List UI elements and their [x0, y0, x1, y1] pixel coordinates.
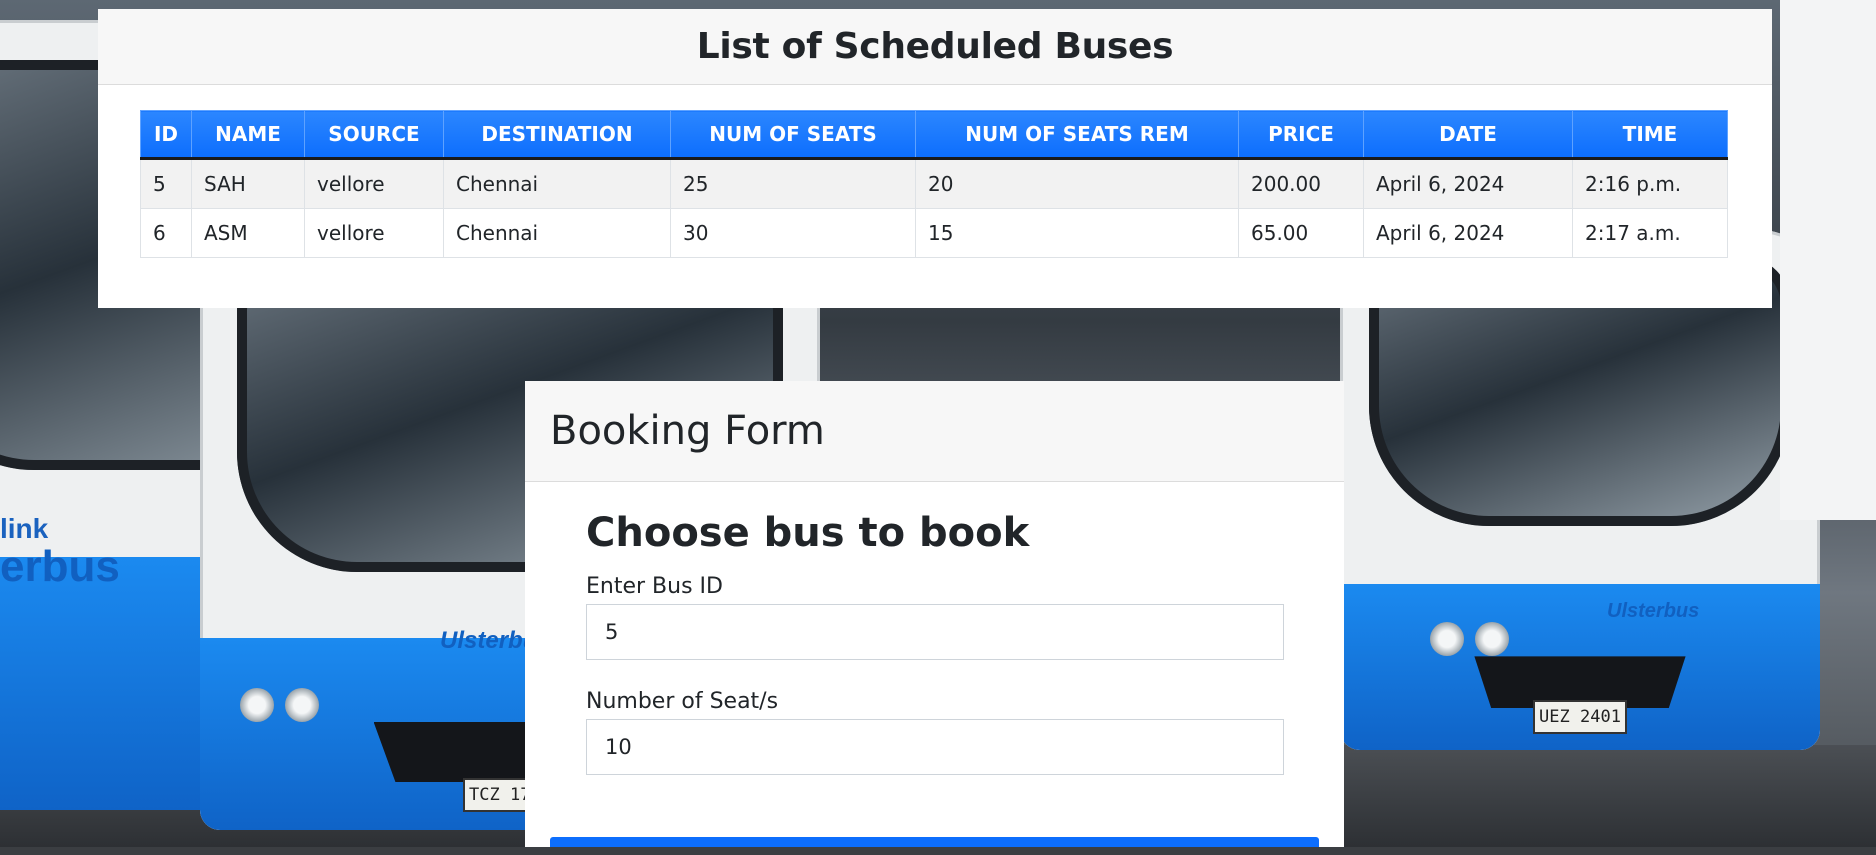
table-row: 6 ASM vellore Chennai 30 15 65.00 April … — [140, 208, 1728, 258]
cell-num-seats: 25 — [670, 158, 916, 209]
buses-table: ID NAME SOURCE DESTINATION NUM OF SEATS … — [140, 110, 1728, 258]
submit-button[interactable] — [550, 837, 1319, 847]
col-header-num-seats: NUM OF SEATS — [670, 110, 916, 160]
bus-logo-left: erbus — [0, 542, 120, 591]
table-row: 5 SAH vellore Chennai 25 20 200.00 April… — [140, 158, 1728, 209]
cell-time: 2:16 p.m. — [1572, 158, 1728, 209]
bus-id-label: Enter Bus ID — [586, 574, 723, 599]
scheduled-buses-title: List of Scheduled Buses — [696, 26, 1174, 67]
cell-date: April 6, 2024 — [1363, 158, 1573, 209]
scheduled-buses-card: List of Scheduled Buses ID NAME SOURCE D… — [98, 9, 1772, 308]
booking-form: Choose bus to book Enter Bus ID Number o… — [586, 505, 1284, 775]
bus-logo-left-small: link — [0, 513, 49, 544]
cell-destination: Chennai — [443, 158, 671, 209]
cell-name: SAH — [191, 158, 305, 209]
booking-form-header: Booking Form — [525, 381, 1344, 482]
cell-num-seats: 30 — [670, 208, 916, 258]
scheduled-buses-header: List of Scheduled Buses — [98, 9, 1772, 85]
col-header-id: ID — [140, 110, 192, 160]
table-header-row: ID NAME SOURCE DESTINATION NUM OF SEATS … — [140, 110, 1728, 160]
cell-price: 200.00 — [1238, 158, 1364, 209]
cell-destination: Chennai — [443, 208, 671, 258]
col-header-source: SOURCE — [304, 110, 444, 160]
col-header-date: DATE — [1363, 110, 1573, 160]
bus-logo-right: Ulsterbus — [1607, 600, 1700, 622]
seats-label: Number of Seat/s — [586, 689, 779, 714]
cell-source: vellore — [304, 208, 444, 258]
cell-num-seats-rem: 20 — [915, 158, 1239, 209]
cell-time: 2:17 a.m. — [1572, 208, 1728, 258]
col-header-price: PRICE — [1238, 110, 1364, 160]
bus-right: UEZ 2401 — [1340, 230, 1820, 750]
cell-num-seats-rem: 15 — [915, 208, 1239, 258]
booking-form-card: Booking Form Choose bus to book Enter Bu… — [525, 381, 1344, 847]
col-header-num-seats-rem: NUM OF SEATS REM — [915, 110, 1239, 160]
col-header-destination: DESTINATION — [443, 110, 671, 160]
bus-far-right — [1780, 0, 1876, 520]
bottom-bar — [0, 847, 1876, 855]
cell-id: 5 — [140, 158, 192, 209]
cell-date: April 6, 2024 — [1363, 208, 1573, 258]
cell-id: 6 — [140, 208, 192, 258]
choose-bus-heading: Choose bus to book — [586, 510, 1030, 556]
col-header-time: TIME — [1572, 110, 1728, 160]
bus-id-input[interactable] — [586, 604, 1284, 660]
licence-plate: UEZ 2401 — [1533, 700, 1627, 735]
col-header-name: NAME — [191, 110, 305, 160]
cell-price: 65.00 — [1238, 208, 1364, 258]
headlight — [285, 688, 319, 722]
cell-source: vellore — [304, 158, 444, 209]
booking-form-title: Booking Form — [550, 408, 825, 454]
headlight — [240, 688, 274, 722]
cell-name: ASM — [191, 208, 305, 258]
seats-input[interactable] — [586, 719, 1284, 775]
